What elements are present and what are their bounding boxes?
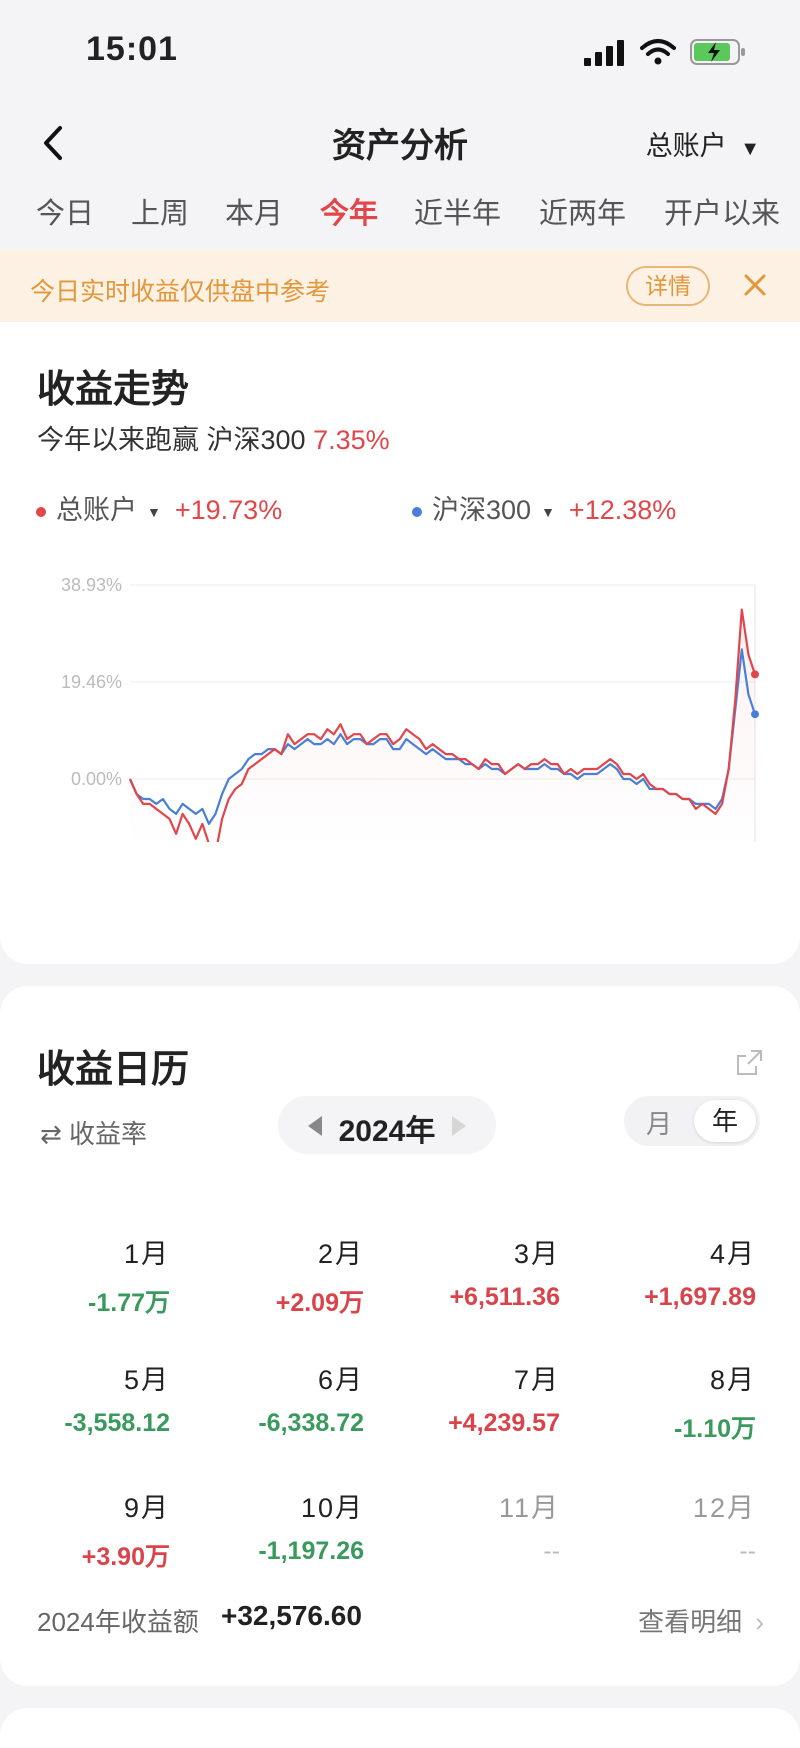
caret-down-icon: ▼ <box>740 138 760 160</box>
month-value: +1,697.89 <box>644 1283 756 1311</box>
month-label: 8月 <box>709 1365 756 1395</box>
month-label: 7月 <box>513 1365 560 1395</box>
month-label: 2月 <box>317 1239 364 1269</box>
month-cell[interactable]: 2月 +2.09万 <box>184 1232 364 1319</box>
year-total-value: +32,576.60 <box>221 1600 362 1631</box>
period-tabs: 今日 上周 本月 今年 近半年 近两年 开户以来 <box>0 190 800 244</box>
beat-prefix: 今年以来跑赢 沪深300 <box>37 425 306 455</box>
legend-account-value: +19.73% <box>174 495 283 525</box>
month-value: -- <box>739 1537 756 1565</box>
month-value: +2.09万 <box>275 1289 364 1317</box>
tab-this-year[interactable]: 今年 <box>320 190 378 232</box>
segment-month[interactable]: 月 <box>646 1104 672 1141</box>
trend-chart[interactable]: 38.93%19.46%0.00%-19.46%2024-01-022024-1… <box>0 542 800 842</box>
legend-account[interactable]: 总账户 ▼ +19.73% <box>36 488 282 527</box>
notice-text: 今日实时收益仅供盘中参考 <box>30 278 331 306</box>
signal-icon <box>584 40 624 66</box>
legend-benchmark-name: 沪深300 <box>432 495 532 525</box>
month-value: +3.90万 <box>81 1543 170 1571</box>
legend-dot-red <box>36 506 46 517</box>
month-label: 12月 <box>692 1493 756 1523</box>
month-cell[interactable]: 11月 -- <box>380 1486 560 1566</box>
tab-last-week[interactable]: 上周 <box>131 190 189 232</box>
segment-year[interactable]: 年 <box>694 1100 756 1142</box>
tab-since-open[interactable]: 开户以来 <box>664 190 780 232</box>
month-cell[interactable]: 7月 +4,239.57 <box>380 1358 560 1438</box>
caret-down-icon: ▼ <box>541 503 555 520</box>
beat-benchmark-text: 今年以来跑赢 沪深300 7.35% <box>37 418 390 457</box>
y-tick-label: 38.93% <box>61 575 122 595</box>
month-label: 10月 <box>300 1493 364 1523</box>
month-label: 11月 <box>498 1493 560 1523</box>
month-value: -1.77万 <box>88 1289 170 1317</box>
month-value: -3,558.12 <box>64 1409 170 1437</box>
next-card <box>0 1708 800 1748</box>
month-cell[interactable]: 10月 -1,197.26 <box>184 1486 364 1566</box>
legend-dot-blue <box>412 506 422 517</box>
month-cell[interactable]: 8月 -1.10万 <box>576 1358 756 1445</box>
account-label: 总账户 <box>645 131 727 161</box>
legend-benchmark[interactable]: 沪深300 ▼ +12.38% <box>412 488 676 527</box>
rate-toggle[interactable]: ⇄ 收益率 <box>40 1114 147 1151</box>
month-cell[interactable]: 1月 -1.77万 <box>0 1232 170 1319</box>
close-icon[interactable] <box>740 266 770 302</box>
month-label: 6月 <box>317 1365 364 1395</box>
tab-today[interactable]: 今日 <box>36 190 94 232</box>
status-bar: 15:01 <box>0 0 800 100</box>
month-label: 5月 <box>123 1365 170 1395</box>
legend-account-name: 总账户 <box>56 495 137 525</box>
calendar-title: 收益日历 <box>37 1049 190 1091</box>
month-cell[interactable]: 9月 +3.90万 <box>0 1486 170 1573</box>
month-cell[interactable]: 12月 -- <box>576 1486 756 1566</box>
next-year-icon[interactable] <box>452 1116 466 1136</box>
notice-detail-button[interactable]: 详情 <box>626 266 710 306</box>
view-detail-link[interactable]: 查看明细 › <box>638 1602 764 1639</box>
trend-title: 收益走势 <box>37 369 190 411</box>
series-end-point <box>751 710 759 719</box>
month-value: -- <box>543 1537 560 1565</box>
share-icon[interactable] <box>734 1048 764 1078</box>
year-total-label: 2024年收益额 <box>37 1607 199 1637</box>
wifi-icon <box>640 39 676 65</box>
trend-card: 收益走势 今年以来跑赢 沪深300 7.35% 总账户 ▼ +19.73% 沪深30… <box>0 322 800 964</box>
calendar-card: 收益日历 ⇄ 收益率 2024年 月 年 1月 -1.77万 2月 +2.09万 3月 +… <box>0 986 800 1686</box>
beat-value: 7.35% <box>313 425 390 455</box>
month-label: 4月 <box>709 1239 756 1269</box>
chevron-right-icon: › <box>755 1607 764 1637</box>
y-tick-label: 0.00% <box>71 769 122 789</box>
series-area <box>130 609 755 842</box>
tab-this-month[interactable]: 本月 <box>225 190 283 232</box>
battery-charging-icon <box>690 39 745 65</box>
notice-banner: 今日实时收益仅供盘中参考 详情 <box>0 250 800 322</box>
month-label: 9月 <box>123 1493 170 1523</box>
view-detail-label: 查看明细 <box>638 1607 743 1637</box>
month-cell[interactable]: 3月 +6,511.36 <box>380 1232 560 1312</box>
tab-half-year[interactable]: 近半年 <box>414 190 501 232</box>
status-time: 15:01 <box>86 30 178 68</box>
year-selector: 2024年 <box>278 1096 496 1154</box>
caret-down-icon: ▼ <box>147 503 161 520</box>
month-value: -1,197.26 <box>258 1537 364 1565</box>
month-label: 3月 <box>513 1239 560 1269</box>
month-value: -1.10万 <box>674 1415 756 1443</box>
month-label: 1月 <box>123 1239 170 1269</box>
series-end-point <box>751 670 759 679</box>
view-segment: 月 年 <box>624 1096 760 1146</box>
month-value: +6,511.36 <box>449 1283 560 1311</box>
month-value: -6,338.72 <box>258 1409 364 1437</box>
tab-two-years[interactable]: 近两年 <box>539 190 626 232</box>
legend-benchmark-value: +12.38% <box>568 495 677 525</box>
month-cell[interactable]: 6月 -6,338.72 <box>184 1358 364 1438</box>
month-cell[interactable]: 5月 -3,558.12 <box>0 1358 170 1438</box>
month-value: +4,239.57 <box>448 1409 560 1437</box>
account-selector[interactable]: 总账户 ▼ <box>646 124 760 163</box>
month-cell[interactable]: 4月 +1,697.89 <box>576 1232 756 1312</box>
y-tick-label: 19.46% <box>61 672 122 692</box>
